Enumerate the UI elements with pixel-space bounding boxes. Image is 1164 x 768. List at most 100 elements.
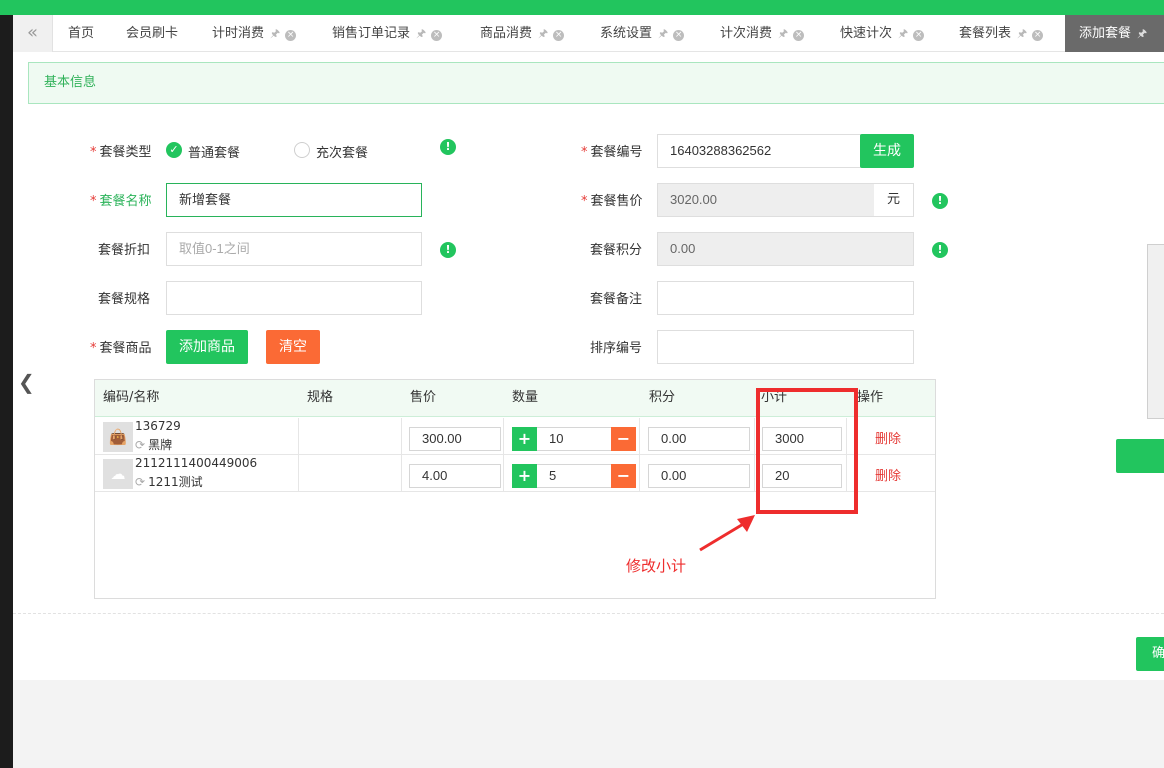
- radio-recharge-package[interactable]: 充次套餐: [316, 142, 368, 161]
- check-icon[interactable]: ✓: [166, 142, 182, 158]
- goods-code: 136729: [135, 419, 181, 433]
- close-circle-icon[interactable]: ×: [285, 30, 297, 41]
- tab-home[interactable]: 首页: [68, 15, 94, 52]
- add-goods-button[interactable]: 添加商品: [166, 330, 248, 364]
- info-icon[interactable]: !: [440, 242, 456, 258]
- minus-icon[interactable]: −: [611, 427, 636, 451]
- package-name-label: * 套餐名称: [90, 194, 152, 209]
- package-remark-input[interactable]: [657, 281, 914, 315]
- main-content: 基本信息 * 套餐类型 ✓ 普通套餐 充次套餐 ! * 套餐名称 新增套餐 套餐折扣…: [13, 52, 1164, 680]
- package-discount-input[interactable]: 取值0-1之间: [166, 232, 422, 266]
- sort-number-input[interactable]: [657, 330, 914, 364]
- generate-button[interactable]: 生成: [860, 134, 914, 168]
- divider: [639, 455, 640, 492]
- close-circle-icon[interactable]: ×: [913, 30, 925, 41]
- package-remark-label: 套餐备注: [590, 292, 643, 307]
- image-placeholder-icon: ☁: [103, 459, 133, 489]
- package-code-label: * 套餐编号: [581, 145, 643, 160]
- points-input[interactable]: 0.00: [648, 427, 750, 451]
- goods-code: 2112111400449006: [135, 456, 258, 470]
- package-points-input[interactable]: 0.00: [657, 232, 914, 266]
- tab-bar: « 首页 会员刷卡 计时消费 🖈 × 销售订单记录 🖈 × 商品消费 🖈 × 系统设置 🖈 × …: [13, 15, 1164, 52]
- top-accent-bar: [0, 0, 1164, 15]
- tab-sales-orders[interactable]: 销售订单记录 🖈 ×: [332, 15, 443, 52]
- divider: [754, 455, 755, 492]
- side-action-button[interactable]: [1116, 439, 1164, 473]
- info-icon[interactable]: !: [440, 139, 456, 155]
- pin-icon[interactable]: 🖈: [416, 27, 426, 40]
- divider: [298, 418, 299, 455]
- close-circle-icon[interactable]: ×: [553, 30, 565, 41]
- section-title: 基本信息: [28, 62, 1164, 104]
- package-spec-label: 套餐规格: [98, 292, 151, 307]
- close-circle-icon[interactable]: ×: [1032, 30, 1044, 41]
- goods-name: ⟳ 1211测试: [135, 475, 203, 489]
- confirm-button[interactable]: 确: [1136, 637, 1164, 671]
- goods-name: ⟳ 黑牌: [135, 438, 173, 452]
- tab-label: 快速计次: [840, 26, 893, 41]
- package-type-label: * 套餐类型: [90, 145, 152, 160]
- refresh-icon: ⟳: [135, 475, 146, 489]
- points-input[interactable]: 0.00: [648, 464, 750, 488]
- radio-normal-package[interactable]: 普通套餐: [188, 142, 240, 161]
- delete-button[interactable]: 删除: [875, 428, 901, 447]
- col-code-name: 编码/名称: [103, 390, 160, 405]
- pin-icon[interactable]: 🖈: [270, 27, 280, 40]
- tab-count-consume[interactable]: 计次消费 🖈 ×: [720, 15, 805, 52]
- tab-system-settings[interactable]: 系统设置 🖈 ×: [600, 15, 685, 52]
- plus-icon[interactable]: +: [512, 427, 537, 451]
- price-input[interactable]: 4.00: [409, 464, 501, 488]
- pin-icon[interactable]: 🖈: [778, 27, 788, 40]
- package-code-input[interactable]: 16403288362562: [657, 134, 861, 168]
- plus-icon[interactable]: +: [512, 464, 537, 488]
- divider: [298, 455, 299, 492]
- double-left-chevron-icon[interactable]: «: [13, 15, 53, 52]
- col-qty: 数量: [512, 390, 539, 405]
- pin-icon[interactable]: 🖈: [538, 27, 548, 40]
- info-icon[interactable]: !: [932, 242, 948, 258]
- divider: [503, 455, 504, 492]
- side-panel-edge: [1147, 244, 1164, 419]
- package-points-label: 套餐积分: [590, 243, 643, 258]
- col-price: 售价: [410, 390, 437, 405]
- minus-icon[interactable]: −: [611, 464, 636, 488]
- package-discount-label: 套餐折扣: [98, 243, 151, 258]
- tab-label: 首页: [68, 26, 95, 41]
- package-goods-label: * 套餐商品: [90, 341, 152, 356]
- tab-timed-consume[interactable]: 计时消费 🖈 ×: [212, 15, 297, 52]
- close-circle-icon[interactable]: ×: [431, 30, 443, 41]
- divider: [401, 418, 402, 455]
- package-spec-input[interactable]: [166, 281, 422, 315]
- delete-button[interactable]: 删除: [875, 465, 901, 484]
- bag-icon: 👜: [103, 422, 133, 452]
- pin-icon[interactable]: 🖈: [898, 27, 908, 40]
- tab-label: 商品消费: [480, 26, 533, 41]
- tab-label: 套餐列表: [959, 26, 1012, 41]
- close-circle-icon[interactable]: ×: [793, 30, 805, 41]
- radio-recharge-button[interactable]: [294, 142, 310, 158]
- left-arrow-icon[interactable]: ❮: [18, 370, 35, 394]
- divider: [401, 455, 402, 492]
- annotation-text: 修改小计: [626, 557, 687, 575]
- sort-number-label: 排序编号: [590, 341, 643, 356]
- qty-input[interactable]: 10: [537, 427, 611, 451]
- tab-quick-count[interactable]: 快速计次 🖈 ×: [840, 15, 925, 52]
- qty-input[interactable]: 5: [537, 464, 611, 488]
- left-sidebar-strip: [0, 15, 13, 768]
- pin-icon[interactable]: 🖈: [1017, 27, 1027, 40]
- pin-icon[interactable]: 🖈: [658, 27, 668, 40]
- package-price-input[interactable]: 3020.00: [657, 183, 875, 217]
- tab-label: 系统设置: [600, 26, 653, 41]
- info-icon[interactable]: !: [932, 193, 948, 209]
- tab-package-list[interactable]: 套餐列表 🖈 ×: [959, 15, 1044, 52]
- tab-goods-consume[interactable]: 商品消费 🖈 ×: [480, 15, 565, 52]
- price-input[interactable]: 300.00: [409, 427, 501, 451]
- form-divider: [13, 613, 1164, 614]
- col-spec: 规格: [307, 390, 334, 405]
- close-circle-icon[interactable]: ×: [673, 30, 685, 41]
- clear-button[interactable]: 清空: [266, 330, 320, 364]
- tab-add-package[interactable]: 添加套餐 🖈: [1065, 15, 1164, 52]
- tab-member-card[interactable]: 会员刷卡: [126, 15, 178, 52]
- pin-icon[interactable]: 🖈: [1137, 27, 1147, 40]
- package-name-input[interactable]: 新增套餐: [166, 183, 422, 217]
